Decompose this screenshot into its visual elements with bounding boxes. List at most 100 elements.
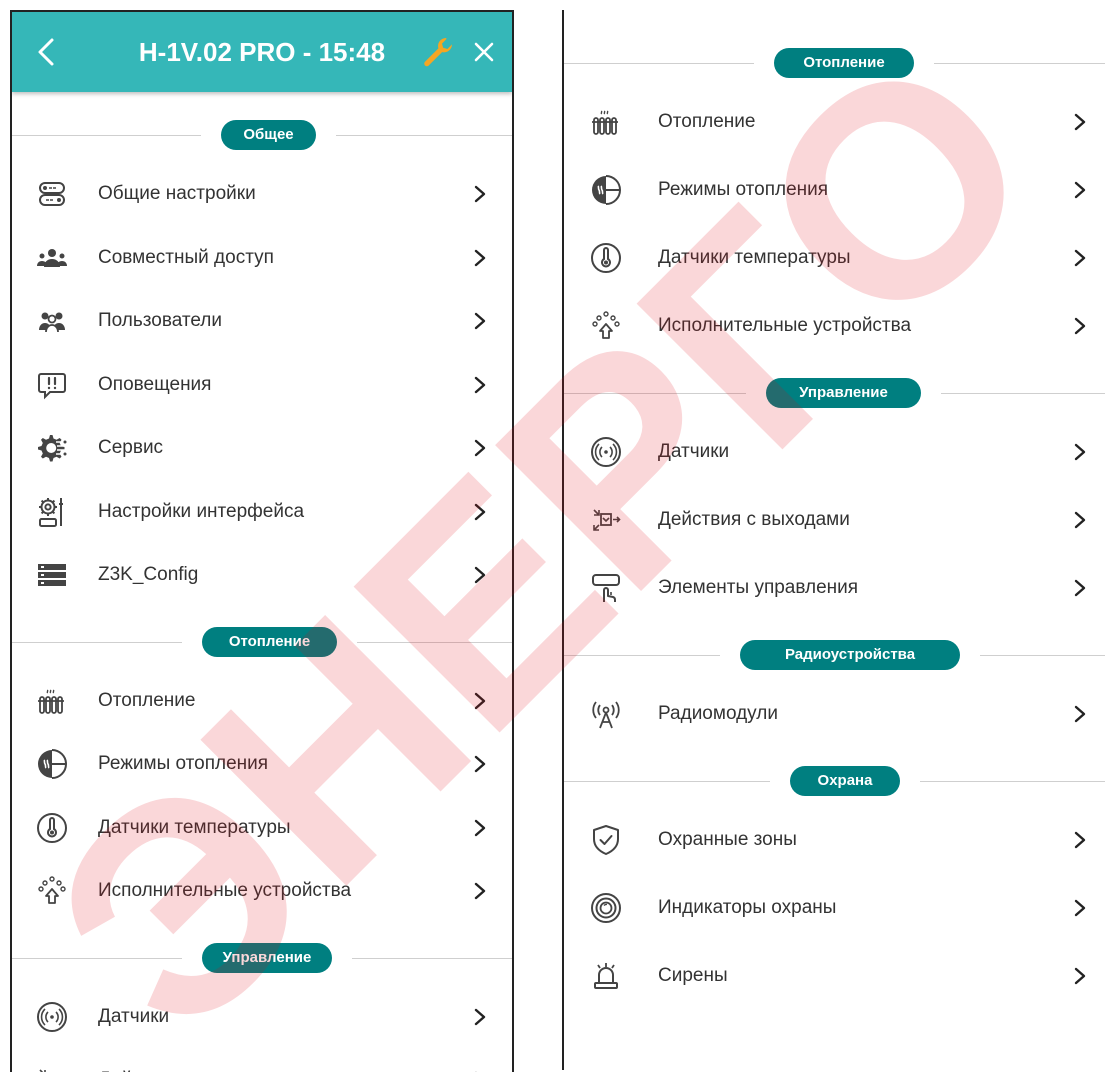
menu-item[interactable]: Датчики (12, 989, 512, 1045)
menu-item[interactable]: Общие настройки (12, 166, 512, 222)
menu-item[interactable]: Настройки интерфейса (12, 484, 512, 540)
thermometer-icon (591, 243, 621, 273)
menu-item[interactable]: Элементы управления (564, 560, 1105, 616)
close-icon[interactable] (472, 40, 496, 64)
section-label: Общее (221, 120, 316, 150)
wrench-icon[interactable] (420, 34, 456, 70)
menu-item[interactable]: Отопление (12, 673, 512, 729)
radiator-icon (38, 689, 64, 714)
actuator-icon (592, 311, 620, 339)
chevron-right-icon (474, 376, 486, 393)
menu-item[interactable]: Пользователи (12, 293, 512, 349)
menu-item-label: Исполнительные устройства (98, 880, 352, 901)
chevron-right-icon (1074, 113, 1086, 131)
chevron-right-icon (1074, 511, 1086, 529)
chevron-right-icon (474, 312, 486, 330)
shared-access-icon (37, 248, 67, 267)
menu-item-label: Настройки интерфейса (98, 500, 305, 522)
menu-item[interactable]: Исполнительные устройства (564, 298, 1105, 354)
menu-item-label: Сирены (658, 965, 728, 986)
menu-item-label: Исполнительные устройства (658, 315, 912, 336)
section-label: Отопление (202, 626, 337, 657)
menu-item-label: Совместный доступ (98, 246, 274, 268)
chevron-right-icon (474, 882, 486, 900)
menu-item[interactable]: Исполнительные устройства (12, 863, 512, 919)
section-header: Отопление (12, 626, 512, 657)
menu-item[interactable]: Действия с выходами (12, 1052, 512, 1072)
menu-item-label: Действия с выходами (98, 1052, 290, 1072)
section-header: Охрана (564, 766, 1105, 796)
chevron-right-icon (474, 503, 486, 520)
menu-item-label: Пользователи (98, 310, 223, 331)
thermometer-icon (37, 812, 67, 843)
menu-item-label: Общие настройки (98, 183, 256, 204)
menu-item-label: Датчики (98, 1005, 170, 1027)
menu-item-label: Отопление (658, 111, 756, 132)
chevron-right-icon (1074, 317, 1086, 335)
menu-item-label: Датчики температуры (658, 247, 851, 268)
section-label: Радиоустройства (740, 640, 960, 670)
chevron-right-icon (474, 819, 486, 836)
menu-item[interactable]: Датчики температуры (564, 230, 1105, 286)
menu-item-label: Режимы отопления (658, 179, 829, 200)
section-header: Управление (12, 942, 512, 973)
menu-item[interactable]: Датчики температуры (12, 800, 512, 856)
section-header: Общее (12, 120, 512, 150)
interface-settings-icon (39, 497, 63, 527)
menu-item[interactable]: Отопление (564, 94, 1105, 150)
menu-item-label: Радиомодули (658, 703, 778, 724)
menu-item[interactable]: Датчики (564, 424, 1105, 480)
chevron-right-icon (1074, 967, 1086, 985)
chevron-right-icon (1074, 181, 1086, 199)
menu-item[interactable]: Режимы отопления (12, 736, 512, 792)
menu-item-label: Охранные зоны (658, 829, 797, 850)
menu-item-label: Режимы отопления (98, 753, 269, 774)
menu-item[interactable]: Z3K_Config (12, 547, 512, 603)
menu-item-label: Датчики температуры (98, 816, 291, 838)
section-header: Отопление (564, 48, 1105, 78)
menu-item-label: Датчики (658, 441, 730, 462)
section-label: Управление (766, 378, 921, 408)
menu-item[interactable]: Совместный доступ (12, 230, 512, 286)
section-label: Управление (202, 942, 332, 973)
chevron-right-icon (1074, 705, 1086, 723)
chevron-right-icon (1074, 899, 1086, 917)
menu-item[interactable]: Действия с выходами (564, 492, 1105, 548)
menu-item[interactable]: Сирены (564, 948, 1105, 1004)
output-actions-icon (593, 509, 621, 531)
menu-item-label: Отопление (98, 689, 196, 711)
menu-item[interactable]: Оповещения (12, 357, 512, 413)
chevron-right-icon (474, 566, 486, 584)
chevron-right-icon (1074, 249, 1086, 267)
users-icon (39, 312, 65, 333)
menu-item[interactable]: Индикаторы охраны (564, 880, 1105, 936)
siren-icon (594, 963, 618, 989)
app-header: H-1V.02 PRO - 15:48 (12, 12, 512, 92)
menu-item[interactable]: Режимы отопления (564, 162, 1105, 218)
menu-item[interactable]: Охранные зоны (564, 812, 1105, 868)
toggle-switches-icon (39, 182, 65, 206)
server-rack-icon (38, 564, 66, 586)
notification-icon (38, 372, 66, 399)
service-gear-icon (38, 435, 67, 462)
menu-item-label: Оповещения (98, 373, 212, 395)
chevron-right-icon (1074, 579, 1086, 597)
menu-item-label: Z3K_Config (98, 564, 199, 585)
shield-check-icon (593, 825, 619, 855)
section-header: Управление (564, 378, 1105, 408)
page-title: H-1V.02 PRO - 15:48 (138, 37, 386, 67)
radio-antenna-icon (592, 701, 620, 729)
security-indicator-icon (591, 893, 621, 923)
menu-item-label: Сервис (98, 437, 164, 458)
chevron-right-icon (474, 755, 486, 773)
chevron-right-icon (1074, 831, 1086, 849)
section-label: Отопление (774, 48, 914, 78)
chevron-left-icon[interactable] (32, 36, 60, 68)
sensor-wave-icon (591, 437, 621, 467)
left-panel: H-1V.02 PRO - 15:48 Общее Общие настройки… (10, 10, 514, 1072)
menu-item[interactable]: Сервис (12, 420, 512, 476)
sensor-wave-icon (37, 1001, 67, 1032)
chevron-right-icon (474, 692, 486, 709)
menu-item[interactable]: Радиомодули (564, 686, 1105, 742)
heating-modes-icon (592, 175, 621, 205)
